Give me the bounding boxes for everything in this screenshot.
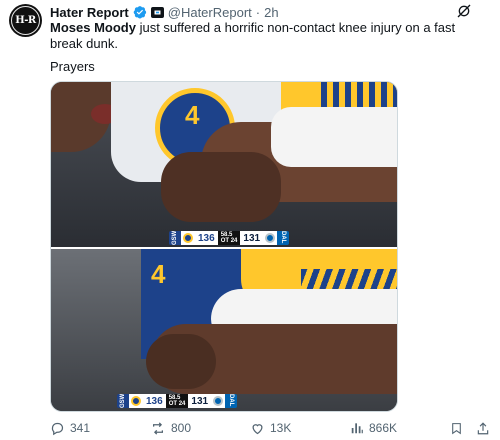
away-score: 131: [188, 394, 212, 408]
like-count: 13K: [270, 421, 292, 435]
action-bar: 341 800 13K 866K: [50, 419, 489, 437]
repost-button[interactable]: 800: [150, 419, 191, 437]
mention-name: Moses Moody: [50, 20, 136, 35]
avatar-text: H-R: [11, 6, 40, 35]
avatar[interactable]: H-R: [9, 4, 42, 37]
bookmark-button[interactable]: [450, 419, 463, 437]
verified-icon: [133, 5, 147, 19]
away-team: DAL: [277, 231, 290, 245]
tweet-header: Hater Report @HaterReport · 2h: [50, 4, 279, 20]
mavericks-logo-icon: [263, 231, 278, 245]
game-clock: 58.5 OT 24: [217, 231, 241, 245]
author-name[interactable]: Hater Report: [50, 5, 129, 20]
hand: [146, 334, 216, 389]
like-button[interactable]: 13K: [250, 419, 291, 437]
sleeve: [271, 107, 397, 167]
reply-icon: [50, 421, 65, 436]
mavericks-logo-icon: [211, 394, 226, 408]
clock-period: OT 24: [168, 401, 186, 407]
home-score: 136: [195, 231, 218, 245]
home-score: 136: [143, 394, 166, 408]
jersey-number: 4: [185, 100, 200, 130]
tweet-media[interactable]: 4 GSW 136 58.5 OT 24 131 DAL 4 GSW 136 5…: [50, 81, 398, 412]
bookmark-icon: [450, 421, 463, 436]
author-handle[interactable]: @HaterReport: [168, 5, 252, 20]
scoreboard: GSW 136 58.5 OT 24 131 DAL: [117, 394, 238, 408]
away-score: 131: [240, 231, 264, 245]
reply-button[interactable]: 341: [50, 419, 90, 437]
game-clock: 58.5 OT 24: [165, 394, 189, 408]
flag-icon: [150, 6, 164, 18]
share-icon: [476, 421, 490, 436]
like-icon: [250, 421, 265, 436]
repost-icon: [150, 421, 166, 436]
scoreboard: GSW 136 58.5 OT 24 131 DAL: [169, 231, 290, 245]
hand: [161, 152, 281, 222]
clock-period: OT 24: [220, 238, 238, 244]
home-team: GSW: [169, 231, 181, 245]
warriors-logo-icon: [129, 394, 143, 408]
views-button[interactable]: 866K: [350, 419, 397, 437]
repost-count: 800: [171, 421, 192, 435]
media-frame-2[interactable]: 4 GSW 136 58.5 OT 24 131 DAL: [51, 249, 397, 411]
timestamp[interactable]: 2h: [264, 5, 278, 20]
tweet-text-line2: Prayers: [50, 59, 95, 74]
tweet[interactable]: H-R Hater Report @HaterReport · 2h Moses…: [0, 0, 500, 440]
tweet-text: Moses Moody just suffered a horrific non…: [50, 20, 475, 52]
away-team: DAL: [225, 394, 238, 408]
jersey-number: 4: [151, 259, 166, 289]
share-button[interactable]: [476, 419, 490, 437]
home-team: GSW: [117, 394, 129, 408]
media-frame-1[interactable]: 4 GSW 136 58.5 OT 24 131 DAL: [51, 82, 397, 247]
reply-count: 341: [70, 421, 91, 435]
separator-dot: ·: [255, 4, 261, 20]
views-count: 866K: [369, 421, 398, 435]
warriors-logo-icon: [181, 231, 195, 245]
views-icon: [350, 421, 364, 435]
